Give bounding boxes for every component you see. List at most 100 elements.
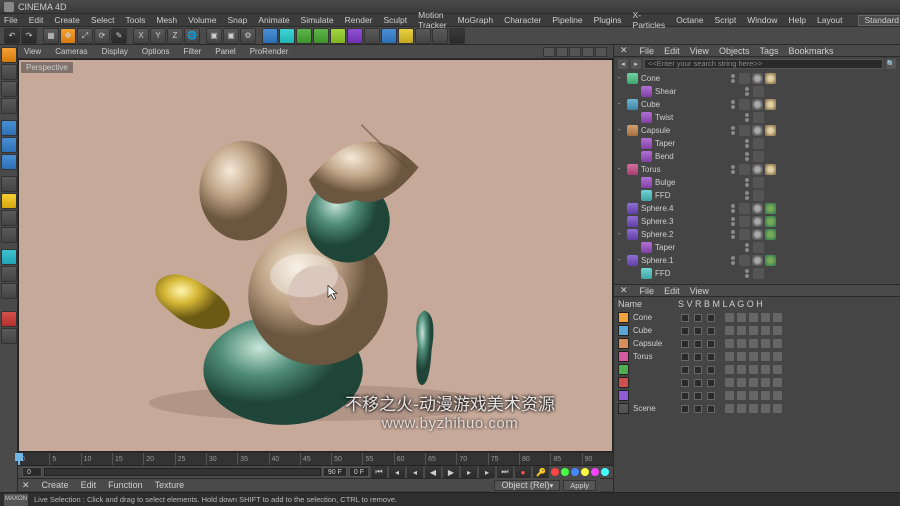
layer-opt-icon[interactable] (761, 339, 770, 348)
obj-tab-bookmarks[interactable]: Bookmarks (788, 46, 833, 56)
view-menu-panel[interactable]: Panel (215, 47, 235, 56)
tree-row-ffd[interactable]: FFD (614, 189, 900, 202)
visibility-dots[interactable] (745, 87, 749, 96)
layer-opt-icon[interactable] (749, 326, 758, 335)
tree-row-torus[interactable]: -Torus (614, 163, 900, 176)
visibility-dots[interactable] (745, 191, 749, 200)
axis-mode-button[interactable] (1, 176, 17, 192)
layer-opt-icon[interactable] (725, 352, 734, 361)
layer-row[interactable]: Scene (614, 402, 900, 415)
redo-button[interactable]: ↷ (21, 28, 37, 44)
layer-row[interactable]: Cone (614, 311, 900, 324)
light-button[interactable] (398, 28, 414, 44)
generator-subdiv-button[interactable] (296, 28, 312, 44)
menu-animate[interactable]: Animate (258, 15, 289, 25)
visibility-dots[interactable] (731, 74, 735, 83)
xparticles-button[interactable] (449, 28, 465, 44)
view-config-2[interactable] (556, 47, 568, 57)
layer-flag-check[interactable] (681, 340, 689, 348)
layer-opt-icon[interactable] (725, 339, 734, 348)
layer-opt-icon[interactable] (737, 326, 746, 335)
view-menu-prorender[interactable]: ProRender (250, 47, 289, 56)
polygons-mode-button[interactable] (1, 154, 17, 170)
layer-flag-check[interactable] (681, 379, 689, 387)
model-mode-button[interactable] (1, 64, 17, 80)
layer-opt-icon[interactable] (761, 313, 770, 322)
layer-opt-icon[interactable] (737, 404, 746, 413)
layer-flag-check[interactable] (707, 379, 715, 387)
layer-color-swatch[interactable] (618, 377, 629, 388)
tag-eye-icon[interactable] (753, 177, 764, 188)
select-tool[interactable]: ▦ (43, 28, 59, 44)
layer-opt-icon[interactable] (737, 365, 746, 374)
layer-opt-icon[interactable] (773, 391, 782, 400)
tag-eye-icon[interactable] (739, 203, 750, 214)
search-prev-icon[interactable]: ◂ (618, 59, 628, 69)
layer-opt-icon[interactable] (749, 313, 758, 322)
layer-opt-icon[interactable] (773, 365, 782, 374)
layer-opt-icon[interactable] (773, 313, 782, 322)
tree-row-sphere-1[interactable]: -Sphere.1 (614, 254, 900, 267)
viewport[interactable]: Perspective (18, 59, 613, 452)
layer-flag-check[interactable] (694, 340, 702, 348)
mat-tab-function[interactable]: Function (108, 480, 143, 490)
obj-panel-close-icon[interactable]: ✕ (620, 45, 628, 56)
layer-row[interactable]: Torus (614, 350, 900, 363)
layer-opt-icon[interactable] (749, 365, 758, 374)
visibility-dots[interactable] (731, 165, 735, 174)
layer-opt-icon[interactable] (773, 352, 782, 361)
obj-tab-edit[interactable]: Edit (664, 46, 680, 56)
layer-opt-icon[interactable] (773, 404, 782, 413)
layer-flag-check[interactable] (694, 392, 702, 400)
menu-file[interactable]: File (4, 15, 18, 25)
axis-y-toggle[interactable]: Y (150, 28, 166, 44)
layer-flag-check[interactable] (707, 314, 715, 322)
generator-array-button[interactable] (313, 28, 329, 44)
make-editable-button[interactable] (1, 47, 17, 63)
tag-dot-icon[interactable] (752, 255, 763, 266)
visibility-dots[interactable] (731, 217, 735, 226)
layer-flag-check[interactable] (681, 314, 689, 322)
visibility-dots[interactable] (731, 204, 735, 213)
tag-dot2-icon[interactable] (765, 229, 776, 240)
last-tool[interactable]: ✎ (111, 28, 127, 44)
start-frame-field[interactable]: 0 (22, 467, 42, 477)
layer-opt-icon[interactable] (761, 404, 770, 413)
layer-opt-icon[interactable] (773, 326, 782, 335)
tag-eye-icon[interactable] (739, 164, 750, 175)
field-button[interactable] (432, 28, 448, 44)
layer-row[interactable]: Cube (614, 324, 900, 337)
layer-flag-check[interactable] (681, 366, 689, 374)
locked-workplane-button[interactable] (1, 266, 17, 282)
menu-edit[interactable]: Edit (29, 15, 44, 25)
layer-flag-check[interactable] (707, 392, 715, 400)
tag-eye-icon[interactable] (739, 73, 750, 84)
layer-opt-icon[interactable] (725, 391, 734, 400)
layer-opt-icon[interactable] (737, 352, 746, 361)
layer-opt-icon[interactable] (761, 352, 770, 361)
scale-tool[interactable]: ⤢ (77, 28, 93, 44)
object-tree[interactable]: -ConeShear-CubeTwist-CapsuleTaperBend-To… (614, 70, 900, 284)
tag-dot-icon[interactable] (752, 203, 763, 214)
layer-flag-check[interactable] (681, 392, 689, 400)
tag-dot2-icon[interactable] (765, 255, 776, 266)
layer-flag-check[interactable] (681, 405, 689, 413)
move-tool[interactable]: ✥ (60, 28, 76, 44)
tree-toggle-icon[interactable]: - (618, 101, 627, 108)
layer-row[interactable] (614, 376, 900, 389)
points-mode-button[interactable] (1, 120, 17, 136)
tree-row-sphere-4[interactable]: Sphere.4 (614, 202, 900, 215)
render-pv-button[interactable]: ▣ (223, 28, 239, 44)
visibility-dots[interactable] (731, 256, 735, 265)
attr-tab-file[interactable]: File (640, 286, 655, 296)
tag-eye-icon[interactable] (753, 190, 764, 201)
layer-opt-icon[interactable] (761, 326, 770, 335)
timeline-range-slider[interactable] (44, 468, 321, 476)
volume-builder-button[interactable] (415, 28, 431, 44)
layer-row[interactable] (614, 389, 900, 402)
tag-dot-icon[interactable] (752, 229, 763, 240)
end-frame-field[interactable]: 90 F (323, 467, 347, 477)
menu-snap[interactable]: Snap (228, 15, 248, 25)
tag-dot2-icon[interactable] (765, 203, 776, 214)
tag-dot3-icon[interactable] (765, 164, 776, 175)
